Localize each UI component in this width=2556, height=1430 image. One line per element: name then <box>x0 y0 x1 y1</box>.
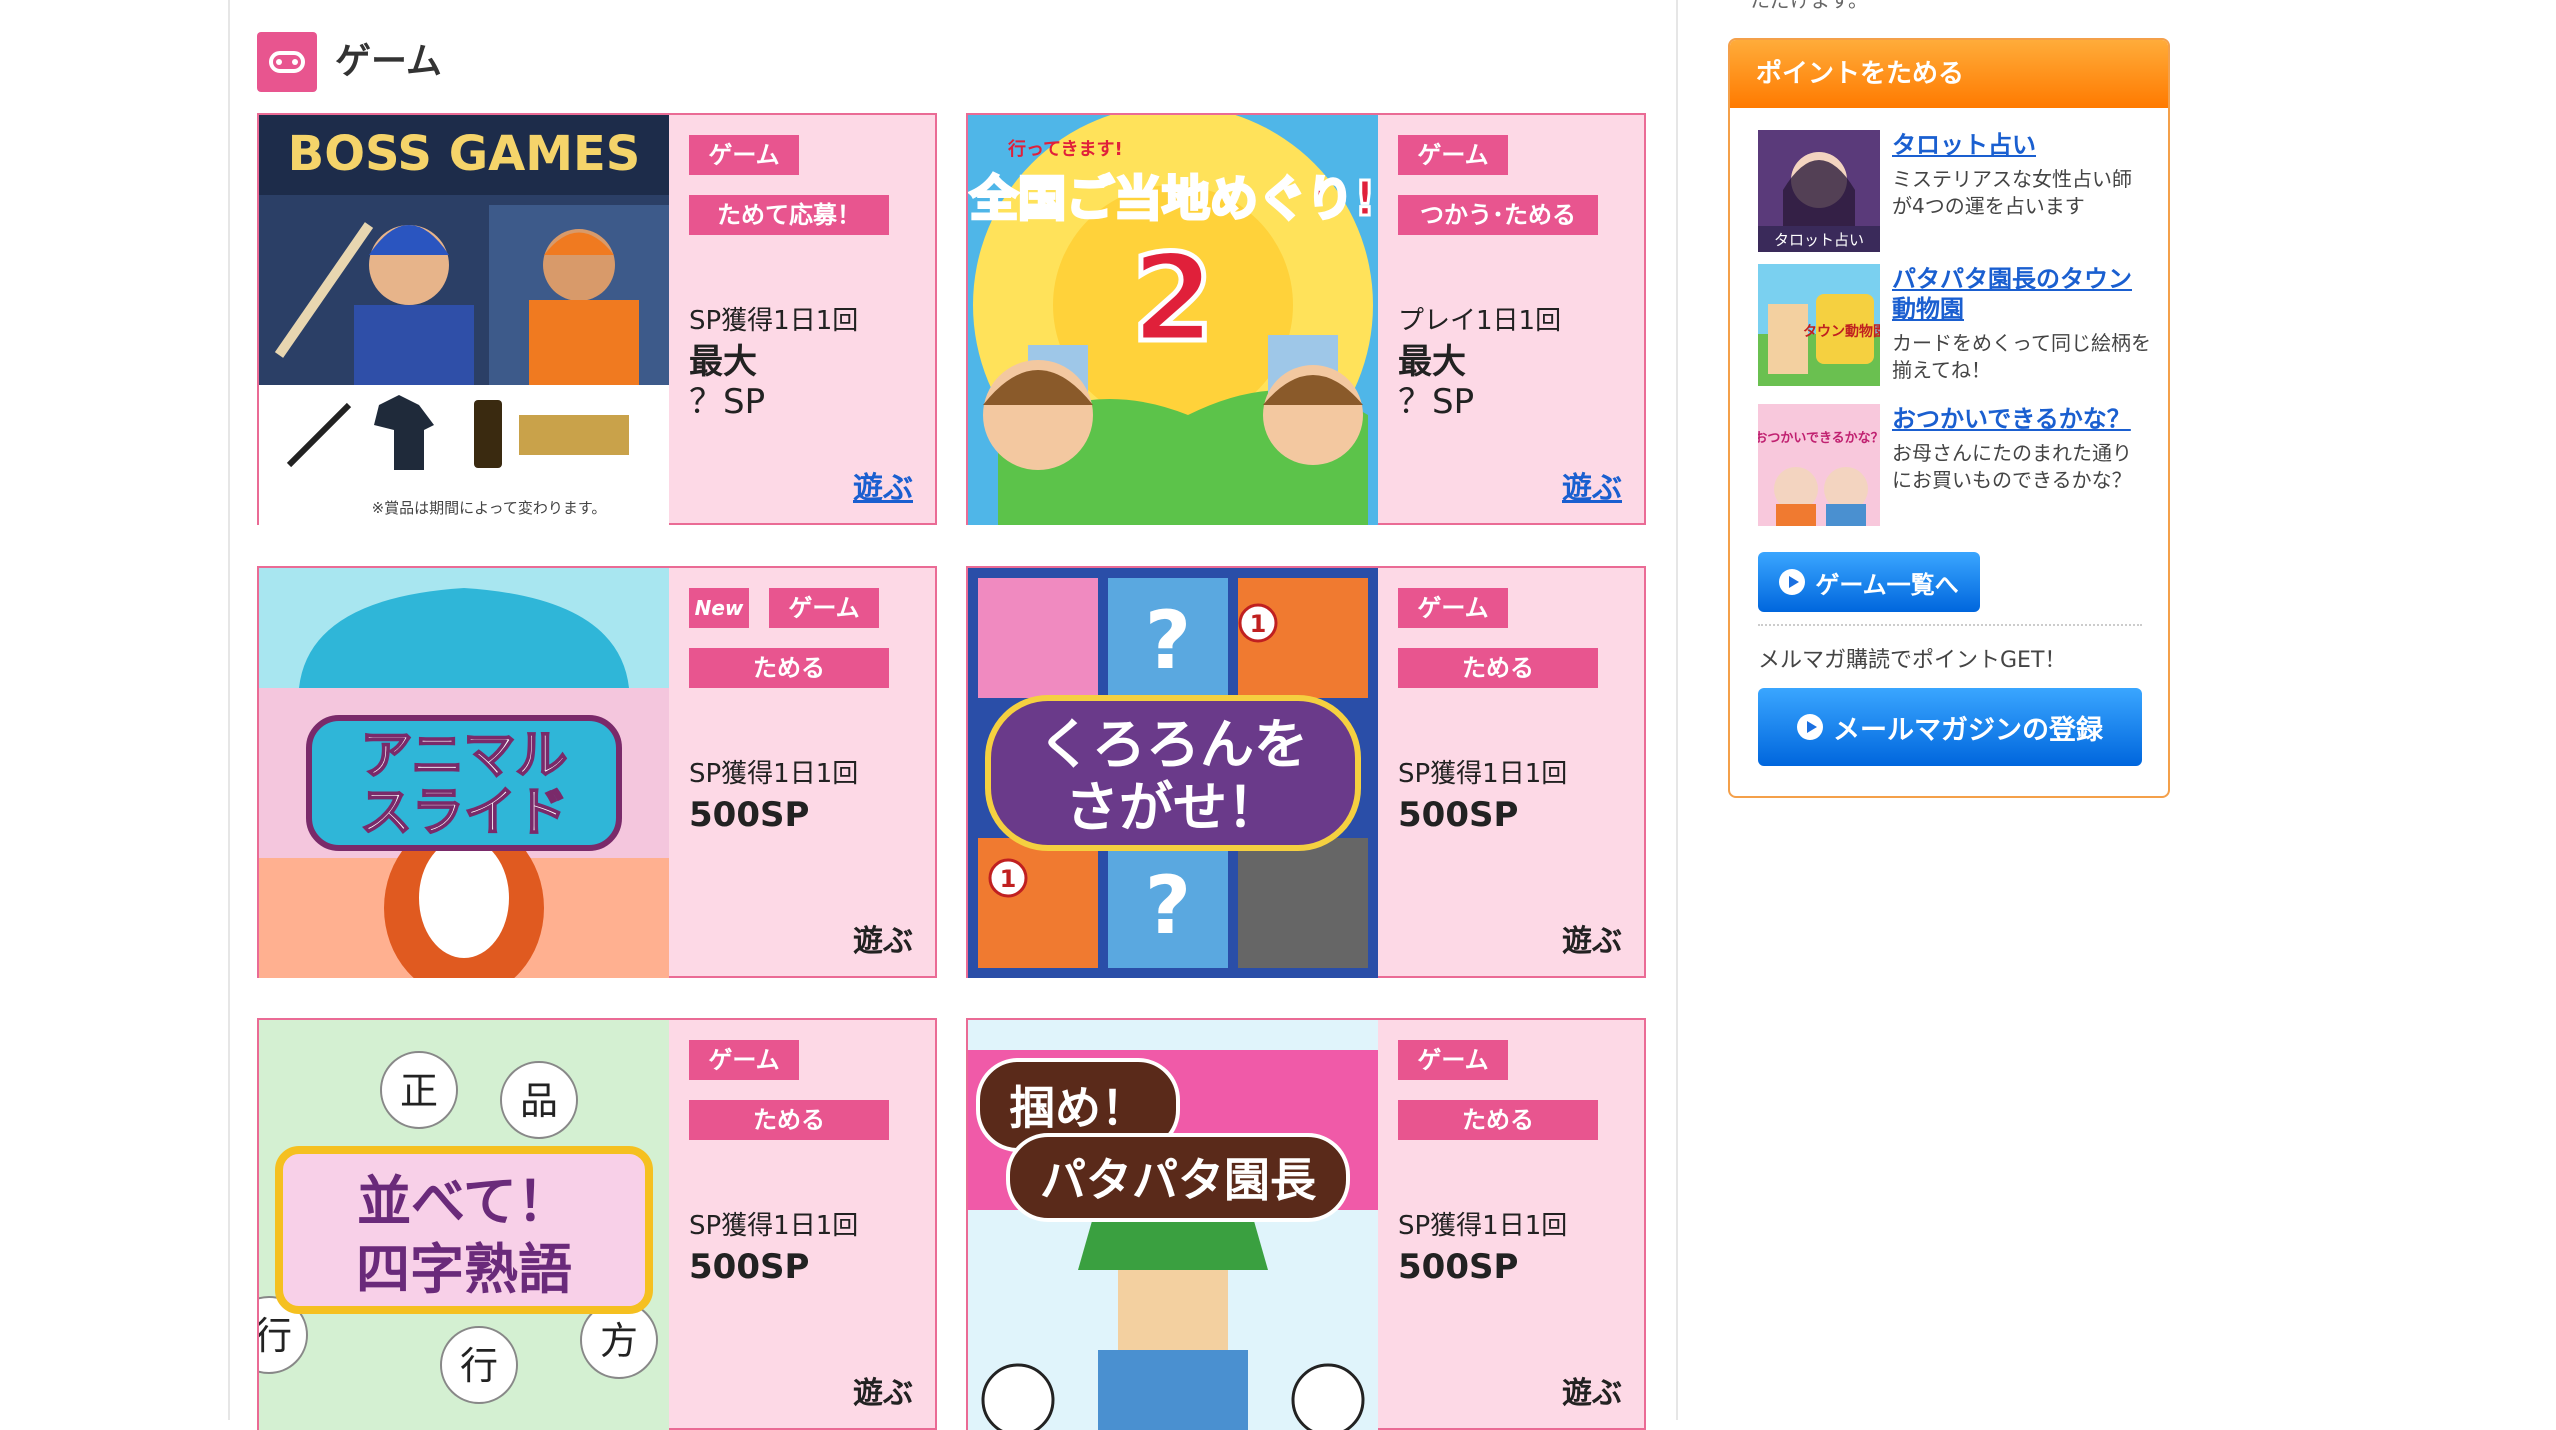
new-badge: New <box>689 588 749 628</box>
info-big: 500SP <box>689 1247 810 1287</box>
art-line1: アニマル <box>361 726 568 786</box>
art-line2: パタパタ園長 <box>1040 1153 1317 1207</box>
sidebar-item-otsukai[interactable]: おつかいできるかな？ おつかいできるかな？ お母さんにたのまれた通り にお買いも… <box>1758 404 2148 528</box>
game-card-yojijukugo[interactable]: 正 品 行 方 行 並べて！ 四字熟語 ゲーム ためる SP獲得1日1回 500… <box>257 1018 937 1430</box>
art-kanji: 行 <box>259 1314 292 1358</box>
play-link[interactable]: 遊ぶ <box>853 916 913 960</box>
art-kanji: 行 <box>460 1344 498 1388</box>
info-big: 500SP <box>1398 795 1519 835</box>
town-zoo-thumbnail[interactable]: タウン動物園 <box>1758 264 1880 386</box>
info-big: 最大 <box>689 342 757 382</box>
info-line: SP獲得1日1回 <box>689 306 859 336</box>
top-note: ただけます。 <box>1750 0 1868 12</box>
genre-tag: ゲーム <box>769 588 879 628</box>
info-big-sp: ？SP <box>689 382 766 422</box>
sidebar-desc: ミステリアスな女性占い師 <box>1892 167 2132 191</box>
art-line1: 並べて！ <box>357 1170 571 1233</box>
games-list-label: ゲーム一覧へ <box>1815 570 1959 599</box>
mail-note: メルマガ購読でポイントGET！ <box>1758 648 2067 673</box>
art-footnote: ※賞品は期間によって変わります。 <box>372 499 607 517</box>
game-thumbnail[interactable]: ? ? 1 1 くろろんを さがせ！ <box>968 568 1378 978</box>
tarot-thumbnail[interactable]: タロット占い <box>1758 130 1880 252</box>
art-line2: さがせ！ <box>1065 776 1281 839</box>
info-line: SP獲得1日1回 <box>1398 1211 1568 1241</box>
sidebar-link[interactable]: おつかいできるかな？ <box>1892 404 2152 434</box>
action-tag: ためて応募！ <box>689 195 889 235</box>
play-circle-icon <box>1797 714 1823 740</box>
sidebar-link[interactable]: タロット占い <box>1892 130 2152 160</box>
thumb-caption: おつかいできるかな？ <box>1758 431 1880 446</box>
play-link[interactable]: 遊ぶ <box>1562 1368 1622 1412</box>
section-title: ゲーム <box>335 41 442 82</box>
game-card-boss-games[interactable]: BOSS GAMES ※賞品は期間によって変わります。 ゲーム ためて応募！ S… <box>257 113 937 525</box>
game-card-kuroron[interactable]: ? ? 1 1 くろろんを さがせ！ ゲーム ためる SP獲得1日1回 500S… <box>966 566 1646 978</box>
art-line1: くろろんを <box>1038 713 1308 776</box>
info-line: SP獲得1日1回 <box>689 1211 859 1241</box>
genre-tag: ゲーム <box>1398 1040 1508 1080</box>
art-kanji: 方 <box>600 1319 638 1363</box>
sidebar-points: ポイントをためる タロット占い タロット占い ミステリアスな女性占い師 が4つの… <box>1728 38 2170 798</box>
thumb-caption: タロット占い <box>1774 231 1864 249</box>
art-question: ? <box>1145 859 1191 952</box>
sidebar-desc: 揃えてね！ <box>1892 358 1991 382</box>
game-thumbnail[interactable]: アニマル スライド <box>259 568 669 978</box>
info-line: SP獲得1日1回 <box>1398 759 1568 789</box>
divider <box>1758 624 2142 626</box>
art-line2: スライド <box>360 783 568 843</box>
game-thumbnail[interactable]: BOSS GAMES ※賞品は期間によって変わります。 <box>259 115 669 525</box>
genre-tag: ゲーム <box>689 1040 799 1080</box>
info-big: 最大 <box>1398 342 1466 382</box>
art-one: 1 <box>1000 865 1017 893</box>
play-link[interactable]: 遊ぶ <box>1562 916 1622 960</box>
art-kanji: 品 <box>520 1079 558 1123</box>
otsukai-thumbnail[interactable]: おつかいできるかな？ <box>1758 404 1880 526</box>
art-sub: 行ってきます! <box>1007 138 1123 160</box>
art-heading: BOSS GAMES <box>288 126 641 182</box>
sidebar-desc: にお買いものできるかな？ <box>1892 468 2132 492</box>
art-line2: 四字熟語 <box>356 1238 572 1301</box>
sidebar-desc: カードをめくって同じ絵柄を <box>1892 331 2151 355</box>
genre-tag: ゲーム <box>1398 588 1508 628</box>
art-kanji: 正 <box>400 1069 438 1113</box>
sidebar-desc: お母さんにたのまれた通り <box>1892 441 2132 465</box>
sidebar-item-town-zoo[interactable]: タウン動物園 パタパタ園長のタウン 動物園 カードをめくって同じ絵柄を 揃えてね… <box>1758 264 2151 388</box>
mail-magazine-label: メールマガジンの登録 <box>1833 714 2103 746</box>
info-line: プレイ1日1回 <box>1398 306 1562 336</box>
mail-magazine-button[interactable]: メールマガジンの登録 <box>1758 688 2142 766</box>
gamepad-icon <box>257 32 317 92</box>
games-list-button[interactable]: ゲーム一覧へ <box>1758 552 1980 612</box>
play-circle-icon <box>1779 569 1806 595</box>
art-question: ? <box>1145 594 1191 687</box>
genre-tag: ゲーム <box>1398 135 1508 175</box>
game-card-animal-slide[interactable]: アニマル スライド New ゲーム ためる SP獲得1日1回 500SP 遊ぶ <box>257 566 937 978</box>
sidebar-header: ポイントをためる <box>1730 40 2168 108</box>
genre-tag: ゲーム <box>689 135 799 175</box>
play-link[interactable]: 遊ぶ <box>853 1368 913 1412</box>
art-number: 2 <box>1131 230 1215 369</box>
game-thumbnail[interactable]: 掴め！ パタパタ園長 <box>968 1020 1378 1430</box>
action-tag: ためる <box>689 648 889 688</box>
info-big: 500SP <box>1398 1247 1519 1287</box>
art-line1: 掴め！ <box>1009 1081 1147 1135</box>
art-heading: 全国ご当地めぐり! <box>969 171 1376 227</box>
action-tag: つかう･ためる <box>1398 195 1598 235</box>
art-one: 1 <box>1250 610 1267 638</box>
thumb-caption: タウン動物園 <box>1803 323 1880 340</box>
game-thumbnail[interactable]: 正 品 行 方 行 並べて！ 四字熟語 <box>259 1020 669 1430</box>
action-tag: ためる <box>1398 648 1598 688</box>
game-card-gotouchi[interactable]: 全国ご当地めぐり! 2 行ってきます! ゲーム つかう･ためる プレイ1日1回 … <box>966 113 1646 525</box>
action-tag: ためる <box>1398 1100 1598 1140</box>
play-link[interactable]: 遊ぶ <box>853 463 913 507</box>
play-link[interactable]: 遊ぶ <box>1562 463 1622 507</box>
sidebar-link-line2[interactable]: 動物園 <box>1892 294 2152 324</box>
sidebar-link[interactable]: パタパタ園長のタウン <box>1892 264 2152 294</box>
game-thumbnail[interactable]: 全国ご当地めぐり! 2 行ってきます! <box>968 115 1378 525</box>
sidebar-item-tarot[interactable]: タロット占い タロット占い ミステリアスな女性占い師 が4つの運を占います <box>1758 130 2148 254</box>
sidebar-desc: が4つの運を占います <box>1892 194 2085 218</box>
action-tag: ためる <box>689 1100 889 1140</box>
info-big: 500SP <box>689 795 810 835</box>
game-card-patapata[interactable]: 掴め！ パタパタ園長 ゲーム ためる SP獲得1日1回 500SP 遊ぶ <box>966 1018 1646 1430</box>
info-line: SP獲得1日1回 <box>689 759 859 789</box>
info-big-sp: ？SP <box>1398 382 1475 422</box>
